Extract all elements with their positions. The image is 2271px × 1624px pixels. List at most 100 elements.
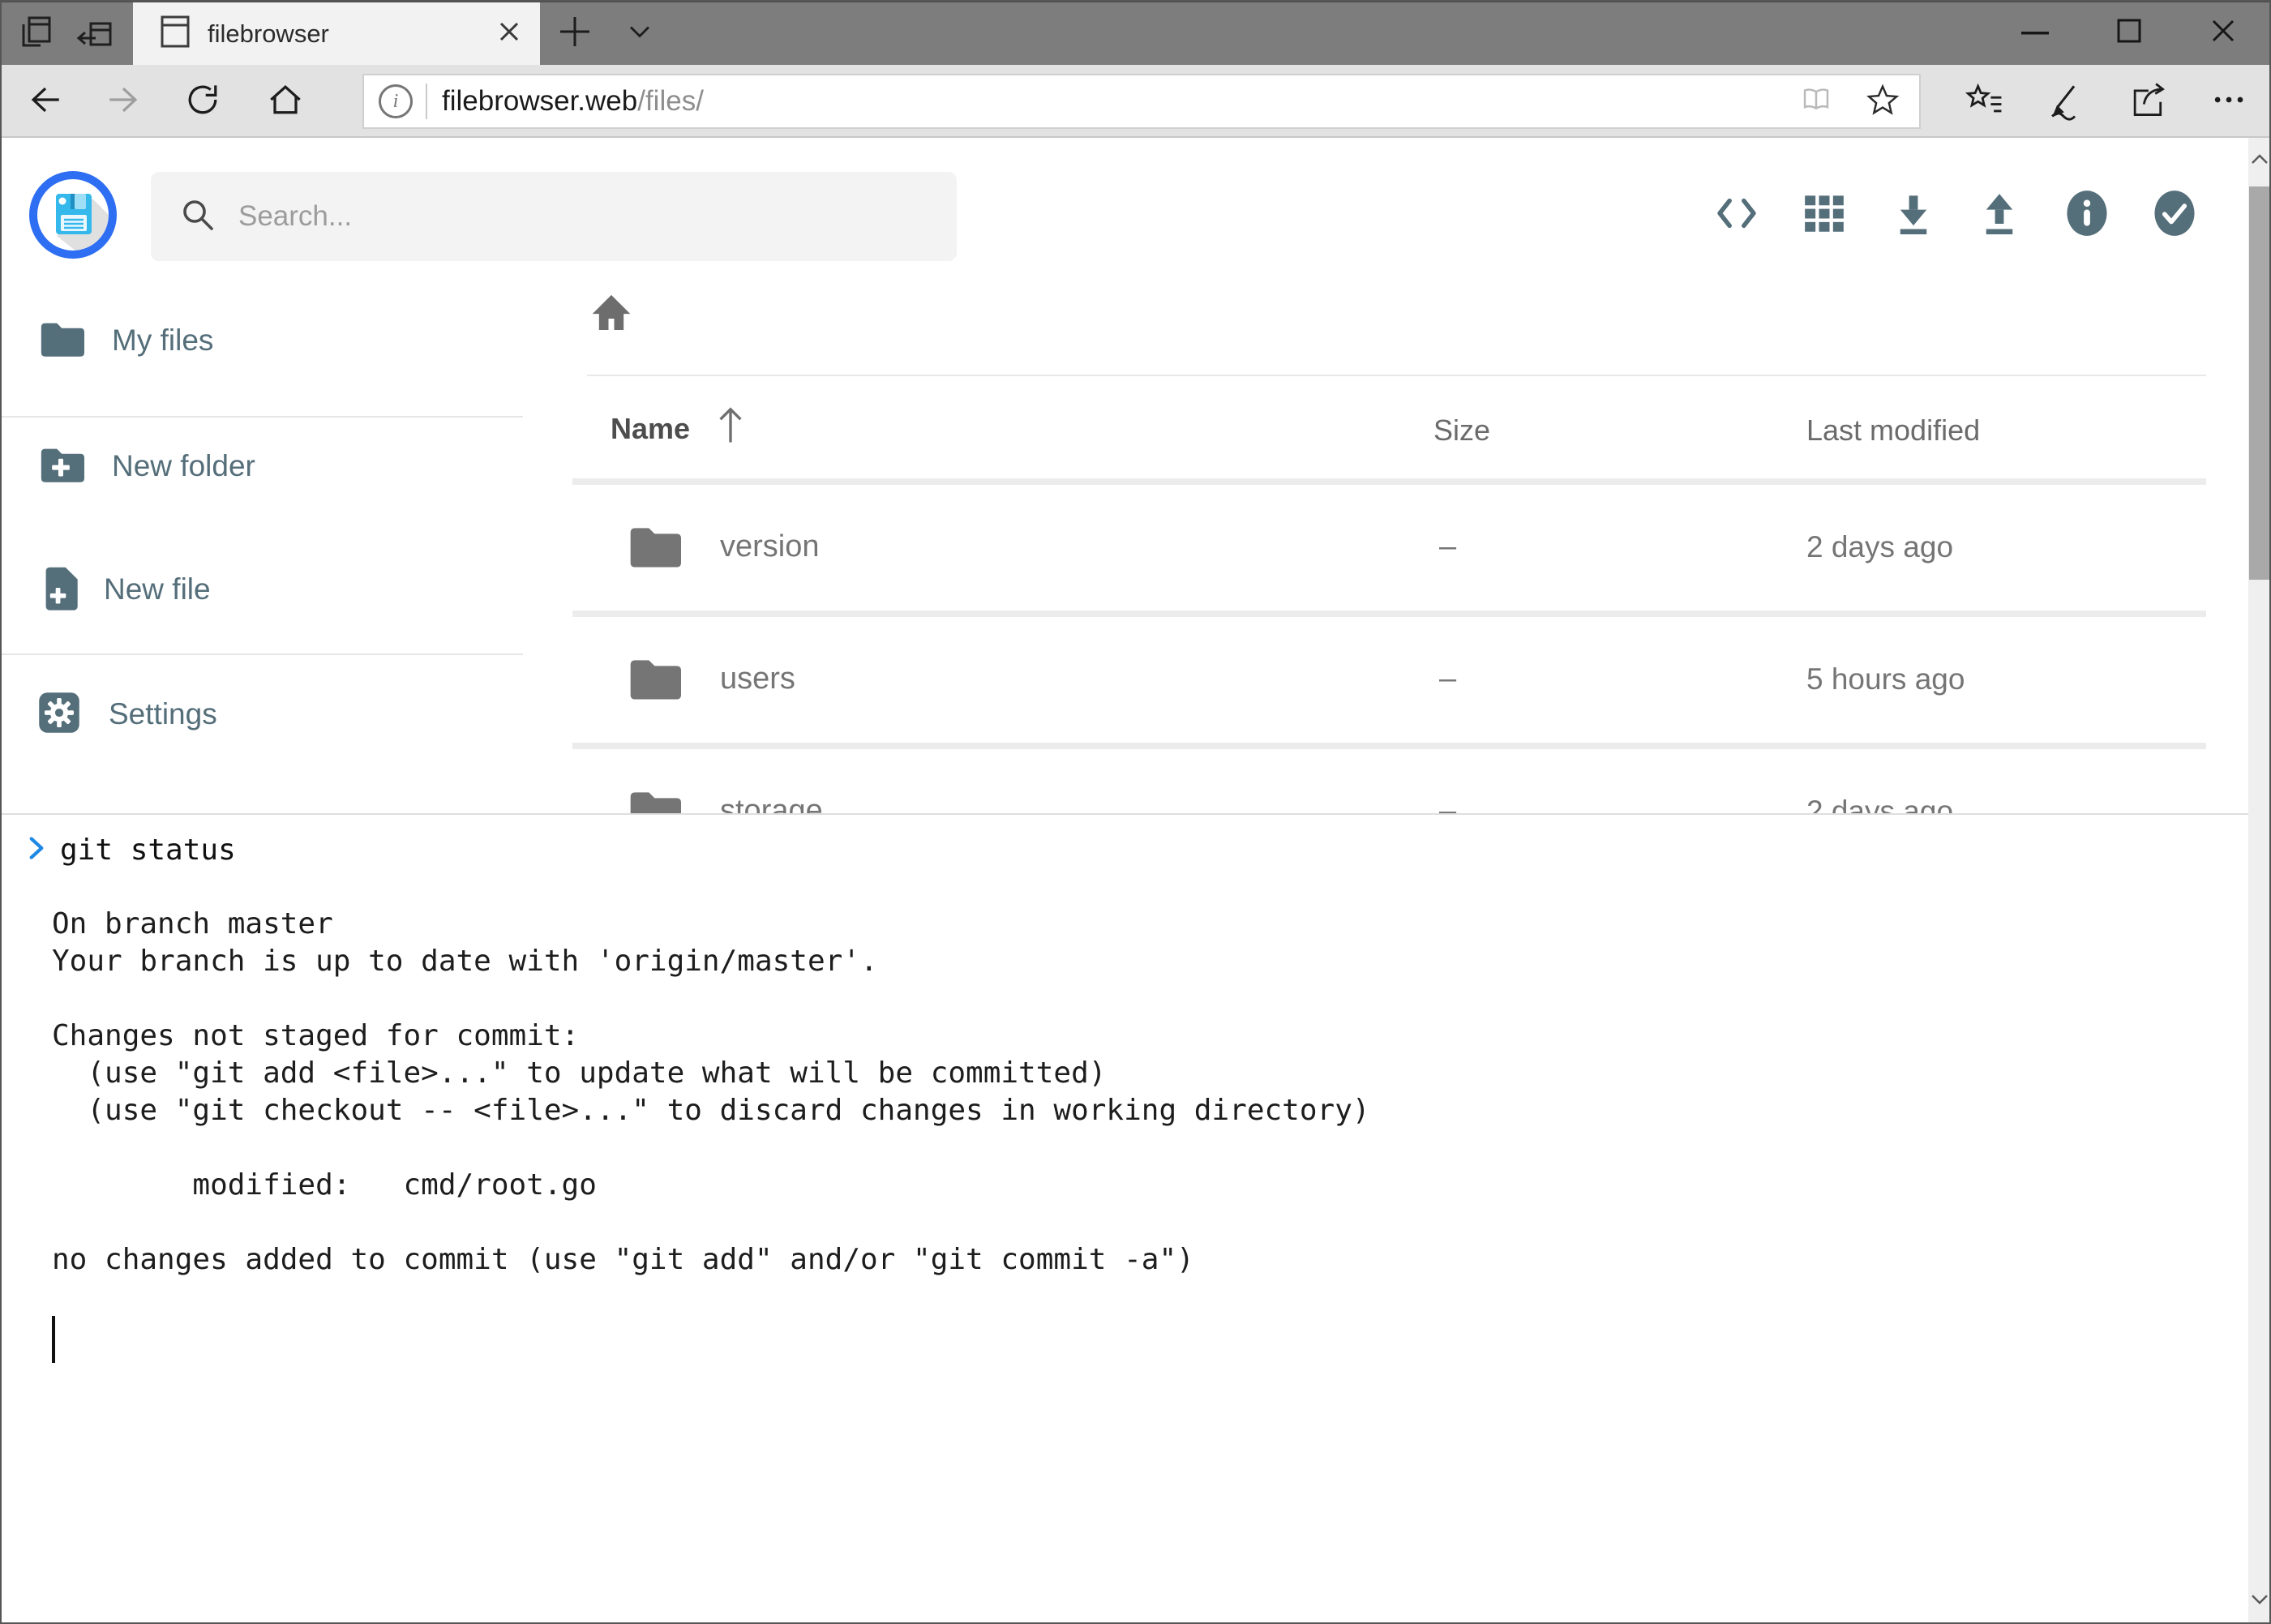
row-separator — [572, 478, 2206, 485]
chevron-down-icon — [2251, 1594, 2269, 1609]
search-icon — [180, 197, 216, 237]
url-path: /files/ — [637, 85, 704, 117]
sidebar-item-label: My files — [112, 324, 213, 358]
folder-icon — [626, 522, 681, 575]
minimize-button[interactable] — [1993, 8, 2077, 57]
column-header-modified[interactable]: Last modified — [1806, 413, 1980, 448]
sidebar-item-new-folder[interactable]: New folder — [0, 429, 523, 503]
browser-tab[interactable]: filebrowser — [133, 2, 540, 65]
maximize-icon — [2116, 18, 2142, 48]
tab-close-icon[interactable] — [496, 19, 522, 49]
shell-output-line: Your branch is up to date with 'origin/m… — [0, 943, 2248, 980]
sidebar-item-settings[interactable]: Settings — [0, 677, 523, 752]
create-folder-icon — [37, 444, 84, 489]
row-separator — [572, 611, 2206, 617]
forward-icon — [102, 79, 144, 125]
url-text[interactable]: filebrowser.web/files/ — [442, 85, 704, 118]
set-tabs-aside-button[interactable] — [73, 11, 117, 55]
more-options-button[interactable] — [2207, 79, 2252, 124]
text-cursor — [52, 1316, 55, 1363]
shell-output-line: modified: cmd/root.go — [0, 1167, 2248, 1204]
grid-view-icon — [1803, 192, 1845, 238]
folder-icon — [37, 319, 84, 363]
file-size: – — [1439, 529, 1456, 564]
more-options-icon — [2209, 79, 2251, 125]
reading-view-icon[interactable] — [1796, 81, 1836, 122]
back-button[interactable] — [23, 79, 68, 124]
folder-icon — [626, 654, 681, 707]
tab-bar: filebrowser — [0, 0, 2271, 65]
shell-output-line — [0, 1129, 2248, 1167]
scrollbar-thumb[interactable] — [2249, 186, 2270, 580]
shell-output-line: Changes not staged for commit: — [0, 1018, 2248, 1055]
app-logo[interactable] — [29, 171, 117, 263]
shell-output-line — [0, 980, 2248, 1018]
upload-button[interactable] — [1973, 189, 2025, 241]
home-button[interactable] — [263, 79, 308, 124]
chevron-prompt-icon — [24, 832, 49, 868]
hub-icon — [1964, 79, 2006, 125]
maximize-button[interactable] — [2087, 8, 2171, 57]
shell-output-line: no changes added to commit (use "git add… — [0, 1241, 2248, 1279]
shell-output-line — [0, 868, 2248, 906]
shell-panel[interactable]: git status On branch master Your branch … — [0, 813, 2248, 1624]
share-button[interactable] — [2124, 79, 2170, 124]
file-row[interactable]: users – 5 hours ago — [572, 617, 2206, 743]
sidebar-item-my-files[interactable]: My files — [0, 303, 523, 378]
back-icon — [24, 79, 66, 125]
annotate-pen-button[interactable] — [2042, 79, 2087, 124]
sidebar-divider — [0, 416, 523, 418]
shell-toggle-icon — [1713, 195, 1760, 235]
scroll-up-button[interactable] — [2248, 138, 2271, 183]
shell-output-line: On branch master — [0, 906, 2248, 943]
sidebar-item-label: Settings — [109, 697, 217, 731]
file-name: users — [720, 662, 795, 696]
download-button[interactable] — [1888, 189, 1939, 241]
tab-list-button[interactable] — [618, 11, 662, 55]
forward-button[interactable] — [101, 79, 146, 124]
shell-output-line — [0, 1204, 2248, 1241]
browser-toolbar: i filebrowser.web/files/ — [0, 65, 2271, 138]
favorite-star-icon[interactable] — [1864, 81, 1901, 122]
file-size: – — [1439, 662, 1456, 696]
close-icon — [2209, 17, 2237, 49]
tab-preview-button[interactable] — [15, 11, 58, 55]
close-button[interactable] — [2181, 8, 2265, 57]
file-row[interactable]: version – 2 days ago — [572, 485, 2206, 611]
new-tab-icon — [555, 12, 594, 55]
info-icon — [2065, 190, 2109, 241]
search-input[interactable] — [237, 199, 889, 234]
column-header-size[interactable]: Size — [1433, 413, 1490, 448]
chevron-up-icon — [2251, 153, 2269, 169]
page-scrollbar[interactable] — [2248, 138, 2271, 1624]
download-icon — [1892, 192, 1935, 238]
url-separator — [426, 84, 427, 119]
breadcrumb-home-button[interactable] — [585, 289, 637, 341]
grid-view-button[interactable] — [1798, 189, 1850, 241]
shell-command: git status — [60, 833, 236, 867]
app-header — [0, 138, 2248, 268]
select-multiple-button[interactable] — [2149, 189, 2200, 241]
shell-output-line: (use "git add <file>..." to update what … — [0, 1055, 2248, 1092]
site-info-icon[interactable]: i — [379, 84, 413, 118]
floppy-disk-logo — [29, 248, 117, 262]
settings-gear-icon — [37, 691, 81, 739]
set-tabs-aside-icon — [75, 12, 115, 55]
sidebar-item-new-file[interactable]: New file — [0, 552, 523, 627]
row-separator — [572, 743, 2206, 749]
tab-title: filebrowser — [208, 19, 478, 49]
file-modified: 5 hours ago — [1806, 662, 1965, 696]
sort-ascending-arrow-icon[interactable] — [712, 404, 749, 450]
tab-preview-icon — [17, 12, 56, 55]
shell-toggle-button[interactable] — [1711, 189, 1763, 241]
info-button[interactable] — [2061, 189, 2113, 241]
new-tab-button[interactable] — [553, 11, 597, 55]
address-bar[interactable]: i filebrowser.web/files/ — [362, 74, 1921, 129]
shell-output-line: (use "git checkout -- <file>..." to disc… — [0, 1092, 2248, 1129]
refresh-button[interactable] — [180, 79, 225, 124]
hub-button[interactable] — [1962, 79, 2007, 124]
annotate-pen-icon — [2043, 79, 2085, 125]
column-header-name[interactable]: Name — [611, 412, 690, 446]
scroll-down-button[interactable] — [2248, 1579, 2271, 1624]
search-bar[interactable] — [151, 172, 957, 261]
